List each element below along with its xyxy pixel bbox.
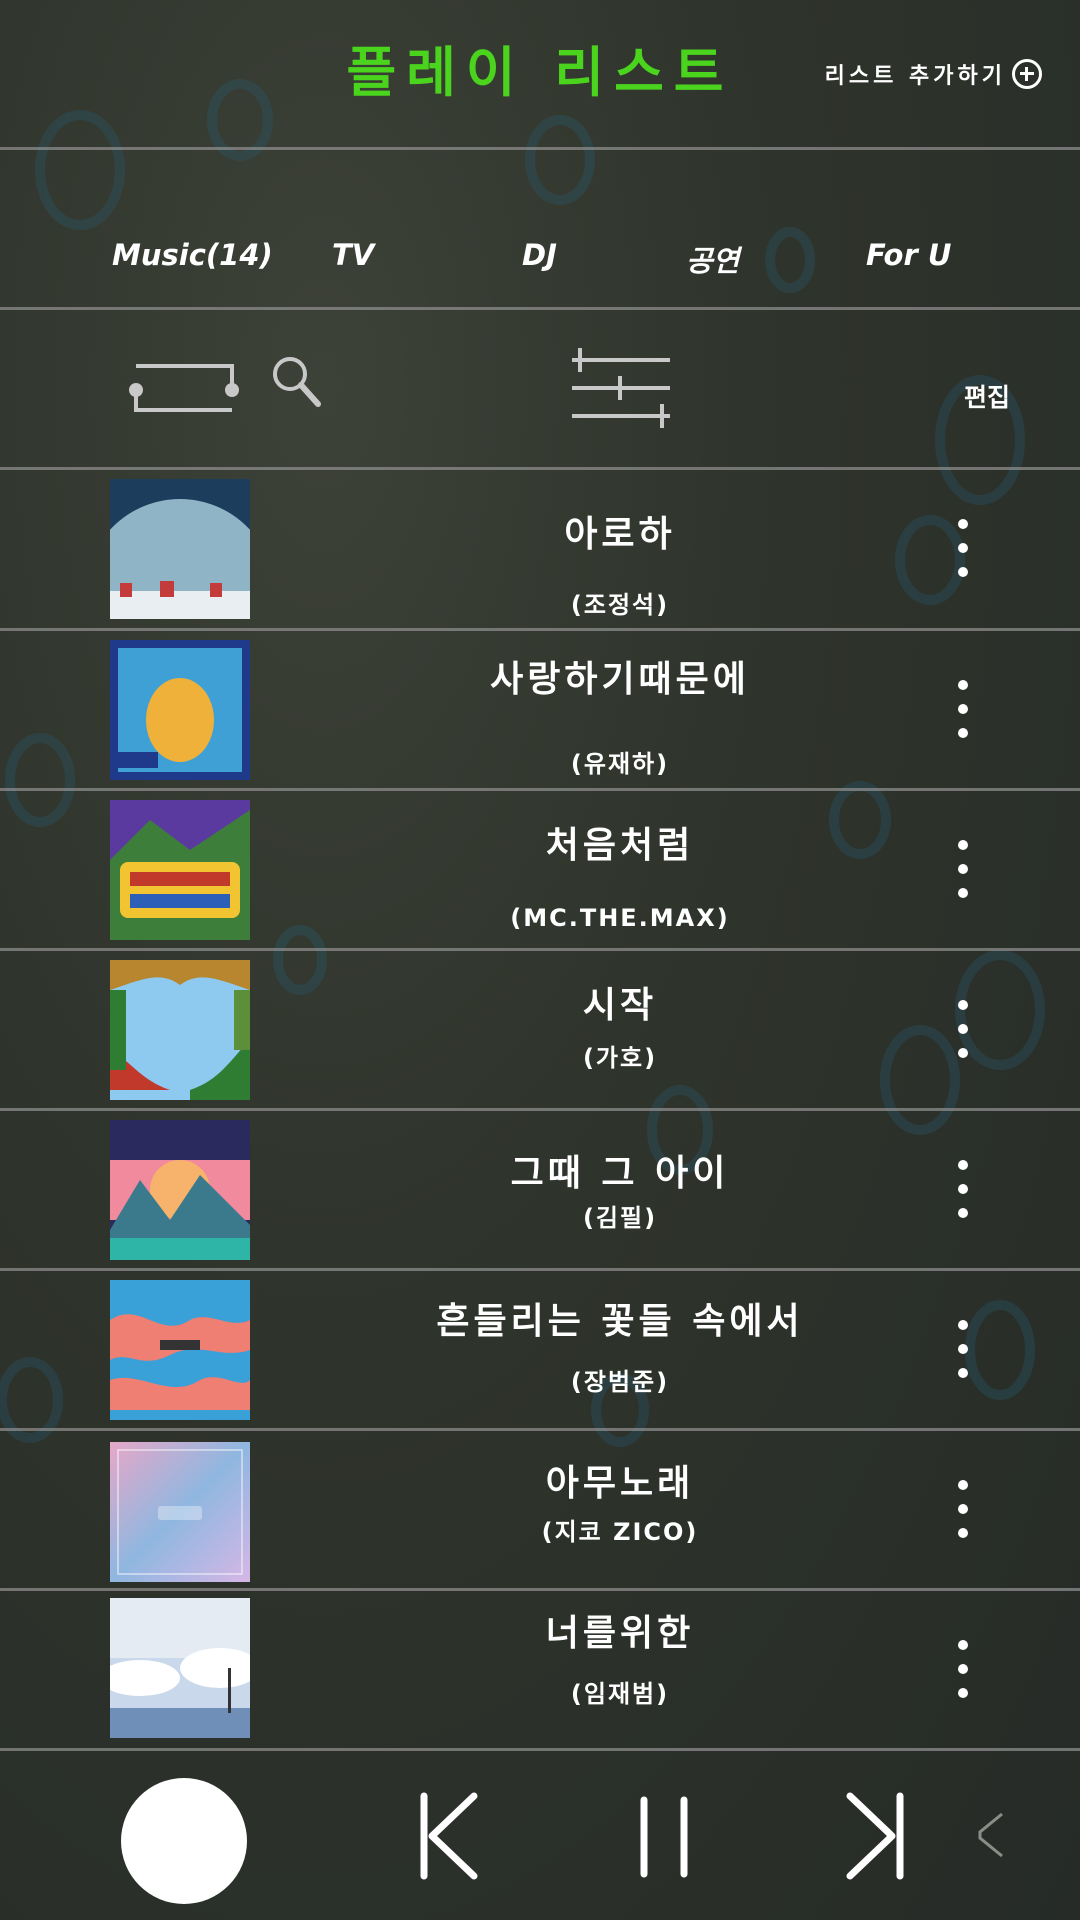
album-cover [110, 640, 250, 780]
chevron-left-icon[interactable] [976, 1810, 1006, 1860]
tab-concert[interactable]: 공연 [686, 238, 739, 280]
edit-button[interactable]: 편집 [964, 378, 1010, 414]
tab-dj[interactable]: DJ [522, 238, 557, 272]
album-art-placeholder[interactable] [121, 1778, 247, 1904]
previous-icon[interactable] [416, 1792, 480, 1880]
list-item[interactable]: 아무노래 (지코 ZICO) [0, 1430, 1080, 1590]
list-item[interactable]: 사랑하기때문에 (유재하) [0, 630, 1080, 790]
song-title: 너를위한 [545, 1613, 695, 1654]
add-list-label: 리스트 추가하기 [824, 64, 1006, 89]
more-options-icon[interactable] [956, 1000, 970, 1070]
divider [0, 147, 1080, 150]
list-item[interactable]: 시작 (가호) [0, 950, 1080, 1110]
song-artist: (장범준) [570, 1368, 670, 1396]
song-artist: (가호) [582, 1044, 658, 1072]
song-artist: (김필) [582, 1204, 658, 1232]
song-title: 아로하 [564, 514, 676, 555]
album-cover [110, 1120, 250, 1260]
song-title: 그때 그 아이 [510, 1153, 730, 1194]
tab-music[interactable]: Music(14) [112, 238, 273, 272]
song-artist: (지코 ZICO) [541, 1518, 699, 1546]
song-title: 시작 [582, 985, 658, 1026]
song-title: 아무노래 [545, 1463, 695, 1504]
song-artist: (MC.THE.MAX) [510, 904, 730, 932]
list-item[interactable]: 흔들리는 꽃들 속에서 (장범준) [0, 1270, 1080, 1430]
list-item[interactable]: 아로하 (조정석) [0, 469, 1080, 629]
more-options-icon[interactable] [956, 1320, 970, 1390]
album-cover [110, 1598, 250, 1738]
pause-icon[interactable] [636, 1796, 692, 1878]
more-options-icon[interactable] [956, 519, 970, 589]
song-artist: (유재하) [570, 750, 670, 778]
plus-circle-icon [1012, 59, 1042, 89]
album-cover [110, 1442, 250, 1582]
divider [0, 1748, 1080, 1751]
more-options-icon[interactable] [956, 1160, 970, 1230]
more-options-icon[interactable] [956, 1640, 970, 1710]
next-icon[interactable] [844, 1792, 908, 1880]
song-artist: (임재범) [570, 1680, 670, 1708]
song-artist: (조정석) [570, 591, 670, 619]
toggle-icon[interactable] [124, 356, 244, 416]
song-title: 흔들리는 꽃들 속에서 [436, 1301, 804, 1342]
song-title: 사랑하기때문에 [490, 659, 750, 700]
search-icon[interactable] [270, 354, 322, 410]
list-item[interactable]: 너를위한 (임재범) [0, 1590, 1080, 1750]
tab-tv[interactable]: TV [332, 238, 374, 272]
sliders-icon[interactable] [566, 346, 674, 430]
list-item[interactable]: 그때 그 아이 (김필) [0, 1110, 1080, 1270]
more-options-icon[interactable] [956, 1480, 970, 1550]
tab-for-u[interactable]: For U [866, 238, 951, 272]
album-cover [110, 1280, 250, 1420]
album-cover [110, 960, 250, 1100]
list-item[interactable]: 처음처럼 (MC.THE.MAX) [0, 790, 1080, 950]
divider [0, 307, 1080, 310]
more-options-icon[interactable] [956, 680, 970, 750]
more-options-icon[interactable] [956, 840, 970, 910]
album-cover [110, 479, 250, 619]
add-list-button[interactable]: 리스트 추가하기 [825, 58, 1042, 90]
album-cover [110, 800, 250, 940]
song-title: 처음처럼 [545, 825, 695, 866]
